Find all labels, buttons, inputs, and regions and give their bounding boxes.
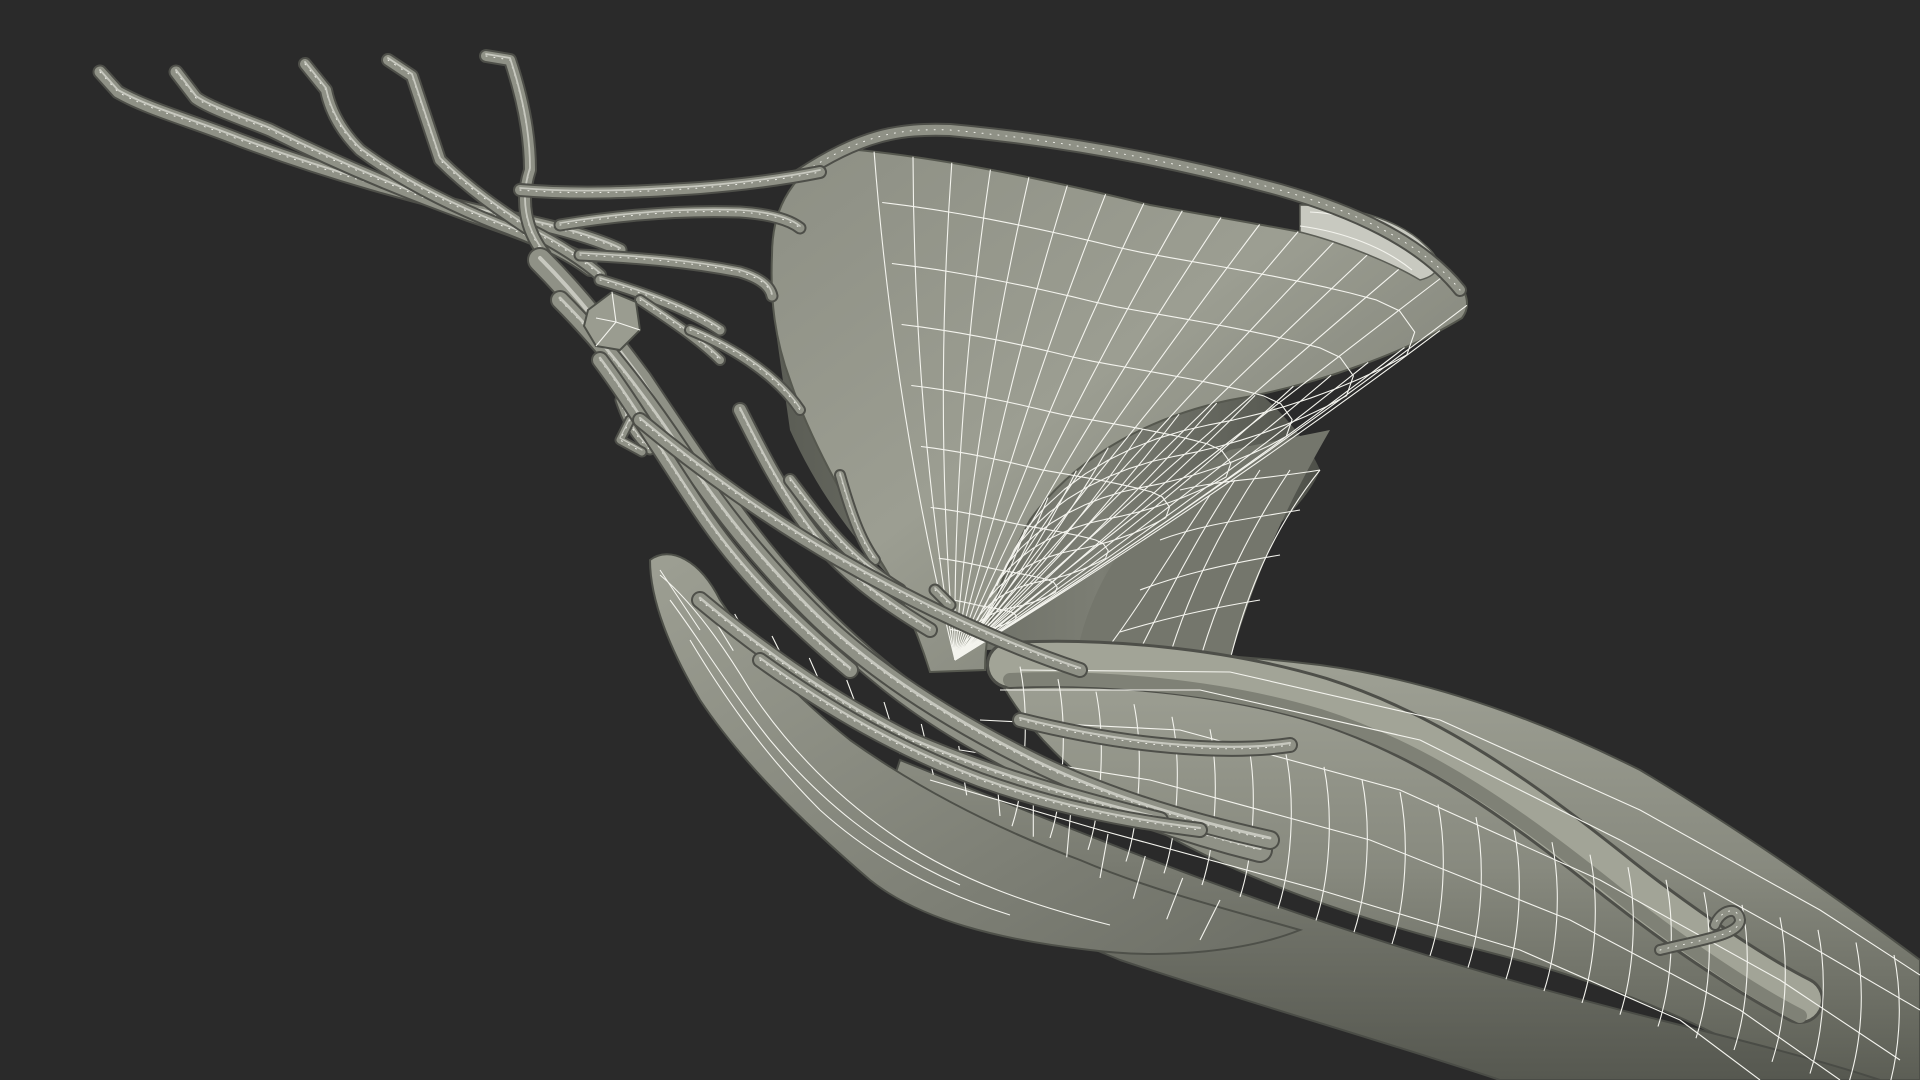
nerve-tube [381, 53, 607, 282]
wireframe-model [92, 49, 1920, 1080]
nerve-tube [92, 64, 628, 258]
nerve-tube [513, 165, 827, 200]
nerve-tube [553, 205, 807, 235]
render-viewport [0, 0, 1920, 1080]
nerve-tube [573, 248, 779, 303]
